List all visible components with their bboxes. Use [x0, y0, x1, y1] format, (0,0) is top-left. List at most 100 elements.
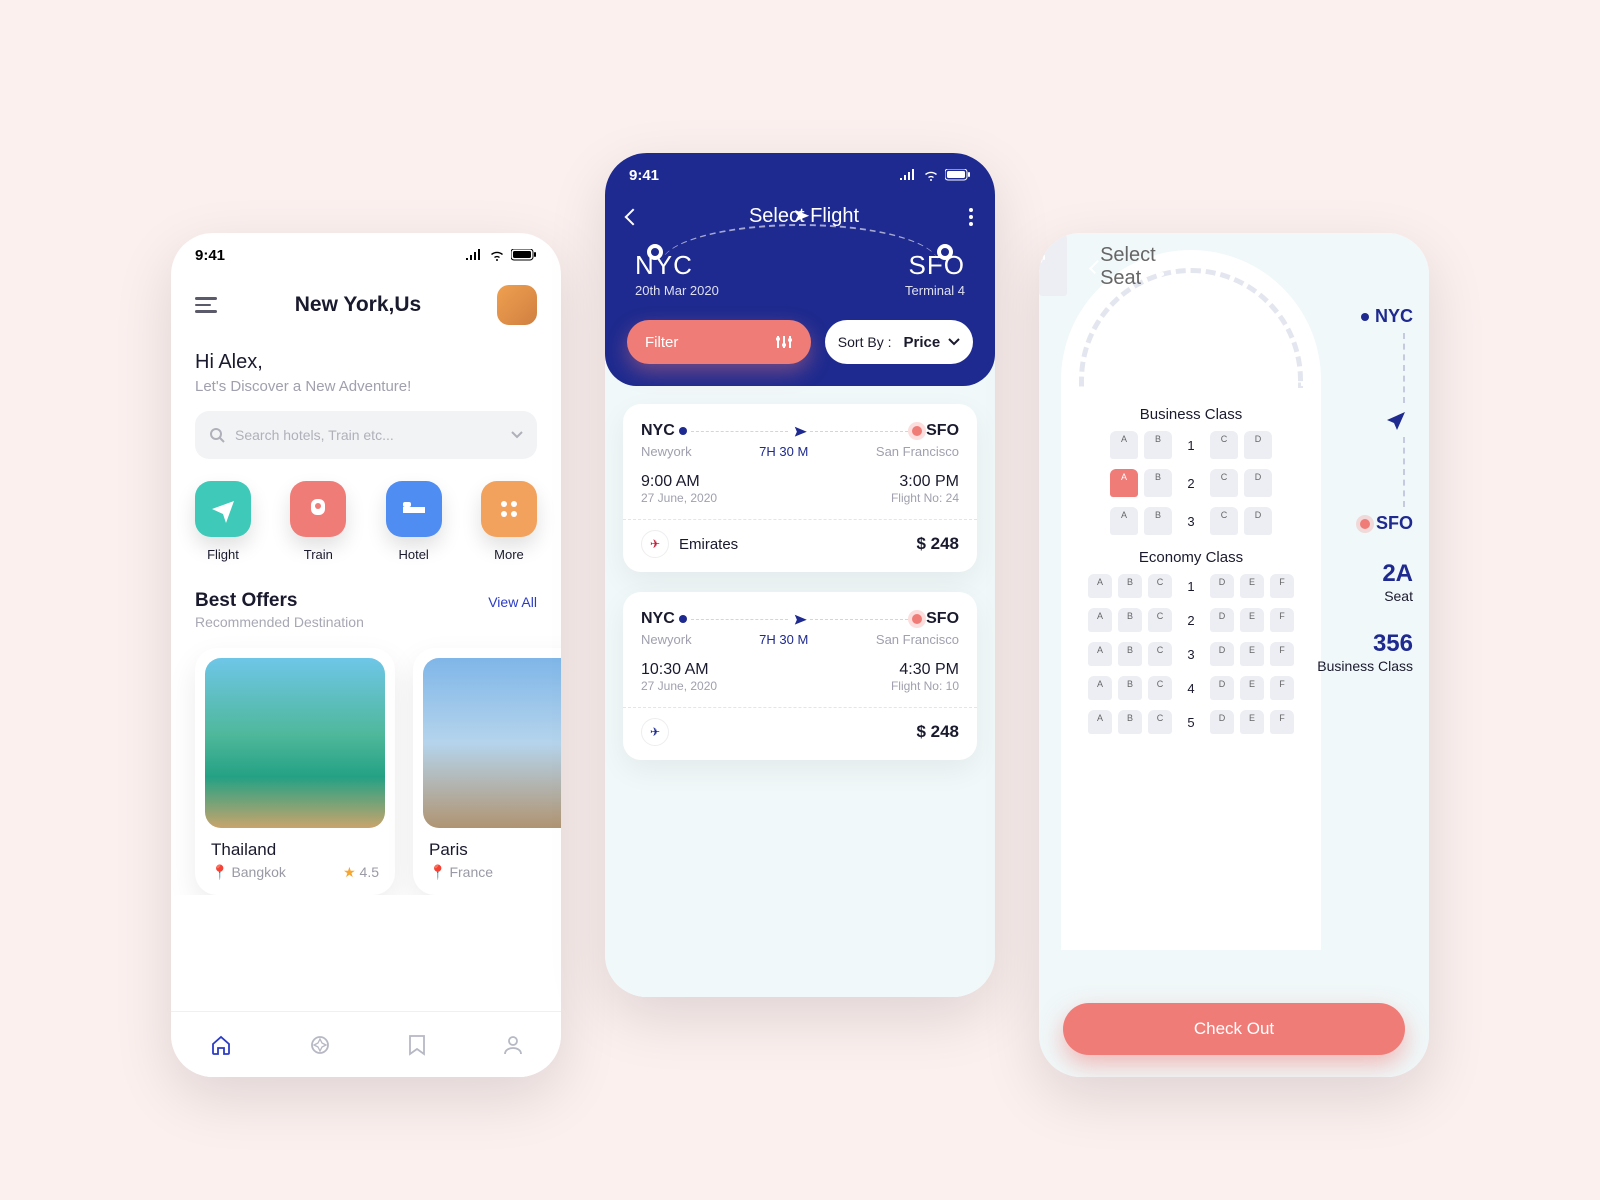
offer-city: France	[449, 864, 493, 880]
seat[interactable]: C	[1148, 608, 1172, 632]
seat[interactable]: F	[1270, 574, 1294, 598]
seat[interactable]: B	[1118, 710, 1142, 734]
seat-summary: NYC SFO 2A Seat 356 Business Class	[1317, 306, 1413, 674]
status-time: 9:41	[629, 167, 659, 184]
dest-dot-icon	[912, 614, 922, 624]
category-train[interactable]: Train	[290, 481, 346, 562]
price: $ 248	[916, 534, 959, 554]
seat[interactable]: B	[1118, 574, 1142, 598]
dest-code: SFO	[1376, 513, 1413, 534]
seat[interactable]: E	[1240, 574, 1264, 598]
avatar[interactable]	[497, 285, 537, 325]
arr-time: 4:30 PM	[891, 661, 959, 679]
seat[interactable]: B	[1118, 608, 1142, 632]
offer-card-thailand[interactable]: Thailand 📍Bangkok ★ 4.5	[195, 648, 395, 895]
tab-home-icon[interactable]	[210, 1034, 232, 1056]
row-number: 1	[1178, 579, 1204, 594]
flight-card[interactable]: NYC SFO Newyork 7H 30 M San Francisco 10…	[623, 592, 977, 760]
seat[interactable]: E	[1240, 676, 1264, 700]
tab-profile-icon[interactable]	[503, 1034, 523, 1056]
seat[interactable]: F	[1270, 676, 1294, 700]
more-icon[interactable]	[1160, 258, 1164, 276]
to-city: San Francisco	[876, 444, 959, 459]
seat[interactable]: A	[1088, 676, 1112, 700]
seat[interactable]: D	[1210, 574, 1234, 598]
offers-list[interactable]: Thailand 📍Bangkok ★ 4.5 Paris 📍France	[171, 630, 561, 895]
row-number: 4	[1178, 681, 1204, 696]
search-input[interactable]: Search hotels, Train etc...	[195, 411, 537, 459]
seat-row: ABC4DEF	[1075, 676, 1307, 700]
to-code: SFO	[926, 610, 959, 628]
seat[interactable]: D	[1244, 469, 1272, 497]
seat[interactable]: F	[1270, 608, 1294, 632]
seat-selected[interactable]: A	[1110, 469, 1138, 497]
seat[interactable]: E	[1240, 710, 1264, 734]
seat[interactable]: D	[1210, 608, 1234, 632]
seat[interactable]: C	[1210, 431, 1238, 459]
seat[interactable]: A	[1110, 507, 1138, 535]
status-time: 9:41	[195, 247, 225, 264]
category-label: Train	[304, 547, 333, 562]
seat[interactable]: E	[1240, 608, 1264, 632]
duration: 7H 30 M	[759, 632, 808, 647]
origin-dot-icon	[1361, 313, 1369, 321]
seat[interactable]: C	[1210, 469, 1238, 497]
economy-class-label: Economy Class	[1075, 549, 1307, 566]
seat[interactable]: A	[1088, 642, 1112, 666]
plane-icon	[790, 609, 810, 629]
seat[interactable]: C	[1148, 642, 1172, 666]
offer-image	[423, 658, 561, 828]
seat[interactable]: B	[1118, 642, 1142, 666]
seat[interactable]: D	[1210, 710, 1234, 734]
plane-icon	[790, 421, 810, 441]
more-icon[interactable]	[969, 208, 973, 226]
checkout-button[interactable]: Check Out	[1063, 1003, 1405, 1055]
seat[interactable]: B	[1144, 507, 1172, 535]
status-bar: 9:41	[1039, 236, 1070, 280]
category-label: More	[494, 547, 524, 562]
page-title: Select Seat	[1100, 244, 1160, 290]
sort-button[interactable]: Sort By : Price	[825, 320, 973, 364]
row-number: 1	[1178, 438, 1204, 453]
seat[interactable]: B	[1118, 676, 1142, 700]
seat[interactable]: C	[1148, 574, 1172, 598]
seat[interactable]: C	[1148, 676, 1172, 700]
seat[interactable]: C	[1210, 507, 1238, 535]
seat[interactable]: D	[1210, 676, 1234, 700]
seat[interactable]: A	[1088, 710, 1112, 734]
seat[interactable]: F	[1270, 642, 1294, 666]
seat[interactable]: A	[1110, 431, 1138, 459]
airline-name: Emirates	[679, 536, 738, 553]
seat[interactable]: C	[1148, 710, 1172, 734]
view-all-link[interactable]: View All	[488, 594, 537, 610]
seat[interactable]: D	[1244, 507, 1272, 535]
category-more[interactable]: More	[481, 481, 537, 562]
seat[interactable]: B	[1144, 431, 1172, 459]
seat-row: A B 1 C D	[1075, 431, 1307, 459]
tab-explore-icon[interactable]	[309, 1034, 331, 1056]
route-display: NYC 20th Mar 2020 SFO Terminal 4	[605, 242, 995, 298]
category-hotel[interactable]: Hotel	[386, 481, 442, 562]
seat[interactable]: E	[1240, 642, 1264, 666]
to-code: SFO	[926, 422, 959, 440]
sort-label: Sort By :	[838, 334, 892, 350]
offer-card-paris[interactable]: Paris 📍France	[413, 648, 561, 895]
seat[interactable]: D	[1244, 431, 1272, 459]
battery-icon	[511, 249, 537, 261]
flight-screen: 9:41 Select Flight NYC 20th Mar 2020	[605, 153, 995, 997]
offer-name: Thailand	[211, 840, 379, 860]
flight-card[interactable]: NYC SFO Newyork 7H 30 M San Francisco 9:…	[623, 404, 977, 572]
seat[interactable]: A	[1088, 608, 1112, 632]
filter-button[interactable]: Filter	[627, 320, 811, 364]
tab-bookmark-icon[interactable]	[408, 1034, 426, 1056]
to-city: San Francisco	[876, 632, 959, 647]
category-flight[interactable]: Flight	[195, 481, 251, 562]
seat[interactable]: B	[1144, 469, 1172, 497]
seat[interactable]: D	[1210, 642, 1234, 666]
menu-icon[interactable]	[195, 293, 219, 317]
seat[interactable]: A	[1088, 574, 1112, 598]
flight-list[interactable]: NYC SFO Newyork 7H 30 M San Francisco 9:…	[605, 358, 995, 997]
status-bar: 9:41	[605, 153, 995, 197]
row-number: 3	[1178, 514, 1204, 529]
seat[interactable]: F	[1270, 710, 1294, 734]
